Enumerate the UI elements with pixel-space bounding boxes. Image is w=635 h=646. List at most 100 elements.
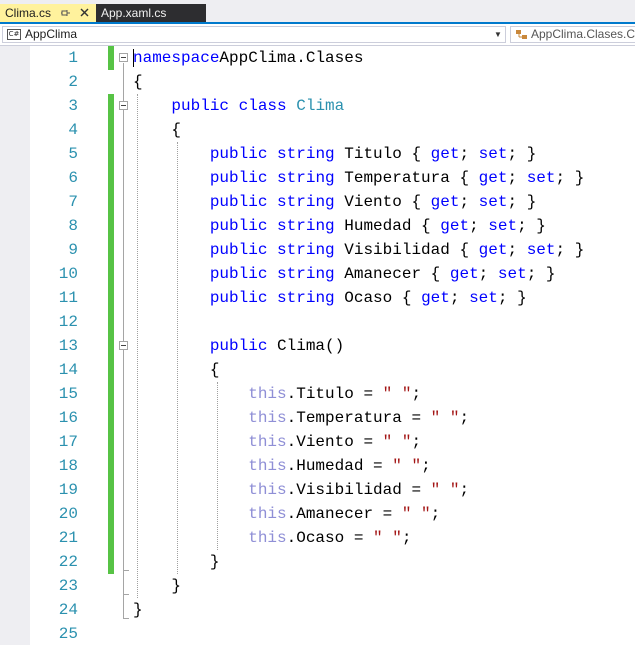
token-plain: ; [401,529,412,547]
code-line[interactable]: 21 this.Ocaso = " "; [0,526,635,550]
tab-clima-cs[interactable]: Clima.cs [0,4,96,22]
token-kw: get [421,289,450,307]
token-kw: get [478,241,508,259]
change-indicator [108,478,114,502]
token-plain: ; [411,433,422,451]
code-line[interactable]: 8 public string Humedad { get; set; } [0,214,635,238]
token-th: this [248,433,287,451]
token-plain: ; [507,241,527,259]
token-plain: .Titulo = [286,385,383,403]
code-line[interactable]: 19 this.Visibilidad = " "; [0,478,635,502]
collapse-icon[interactable] [119,53,128,62]
token-kw: public [209,337,268,355]
code-line[interactable]: 10 public string Amanecer { get; set; } [0,262,635,286]
member-dropdown[interactable]: AppClima.Clases.Clima [510,26,635,43]
code-line[interactable]: 13 public Clima() [0,334,635,358]
line-number: 5 [68,145,78,163]
line-number: 2 [68,73,78,91]
code-line[interactable]: 1 namespaceAppClima.Clases [0,46,635,70]
token-plain: ; } [526,265,556,283]
change-indicator [108,238,114,262]
change-indicator [108,334,114,358]
pin-icon[interactable] [61,4,71,22]
line-number: 14 [58,361,78,379]
code-text: this.Viento = " "; [133,430,421,454]
collapse-icon[interactable] [119,341,128,350]
code-line[interactable]: 15 this.Titulo = " "; [0,382,635,406]
code-line[interactable]: 4 { [0,118,635,142]
change-indicator [108,406,114,430]
close-icon[interactable] [79,4,91,22]
code-editor[interactable]: 1 namespaceAppClima.Clases 2{3 public clas… [0,46,635,645]
code-line[interactable]: 17 this.Viento = " "; [0,430,635,454]
code-line[interactable]: 12 [0,310,635,334]
code-line[interactable]: 25 [0,622,635,646]
line-number: 19 [58,481,78,499]
change-indicator [108,262,114,286]
token-plain: { [133,361,220,379]
token-plain: ; [459,193,479,211]
token-str: " " [382,433,412,451]
line-number: 15 [58,385,78,403]
change-indicator [108,94,114,118]
collapse-icon[interactable] [119,101,128,110]
tab-app-xaml-cs[interactable]: App.xaml.cs [96,4,206,22]
code-line[interactable]: 14 { [0,358,635,382]
token-plain: Clima() [267,337,345,355]
chevron-down-icon[interactable]: ▼ [493,27,503,42]
token-plain: ; [469,217,489,235]
token-plain: Visibilidad { [334,241,479,259]
code-text: this.Humedad = " "; [133,454,430,478]
code-line[interactable]: 16 this.Temperatura = " "; [0,406,635,430]
token-plain: Humedad { [334,217,441,235]
change-indicator [108,166,114,190]
code-line[interactable]: 6 public string Temperatura { get; set; … [0,166,635,190]
code-text: } [133,598,143,622]
token-th: this [248,481,287,499]
token-kw: public [209,289,268,307]
code-line[interactable]: 7 public string Viento { get; set; } [0,190,635,214]
code-line[interactable]: 9 public string Visibilidad { get; set; … [0,238,635,262]
code-text: public string Temperatura { get; set; } [133,166,585,190]
token-plain: } [133,601,143,619]
token-str: " " [430,409,460,427]
token-kw: string [277,241,335,259]
code-text: this.Visibilidad = " "; [133,478,469,502]
token-plain: .Visibilidad = [286,481,431,499]
code-text: { [133,118,181,142]
code-line[interactable]: 3 public class Clima [0,94,635,118]
code-line[interactable]: 5 public string Titulo { get; set; } [0,142,635,166]
code-text: public Clima() [133,334,344,358]
token-plain: .Amanecer = [286,505,402,523]
change-indicator [108,430,114,454]
code-line[interactable]: 20 this.Amanecer = " "; [0,502,635,526]
code-line[interactable]: 24} [0,598,635,622]
code-line[interactable]: 22 } [0,550,635,574]
line-number: 8 [68,217,78,235]
code-text: public string Viento { get; set; } [133,190,536,214]
code-line[interactable]: 23 } [0,574,635,598]
change-indicator [108,358,114,382]
token-plain: ; [478,265,498,283]
code-text: public string Ocaso { get; set; } [133,286,527,310]
code-line[interactable]: 2{ [0,70,635,94]
code-line[interactable]: 11 public string Ocaso { get; set; } [0,286,635,310]
token-kw: string [277,265,335,283]
change-indicator [108,46,114,70]
line-number: 17 [58,433,78,451]
token-kw: namespace [133,49,220,67]
tab-label: App.xaml.cs [101,6,167,20]
change-indicator [108,190,114,214]
code-line[interactable]: 18 this.Humedad = " "; [0,454,635,478]
token-kw: get [478,169,508,187]
project-dropdown[interactable]: C# AppClima ▼ [2,26,506,43]
token-plain: Amanecer { [334,265,450,283]
line-number: 22 [58,553,78,571]
line-number: 12 [58,313,78,331]
